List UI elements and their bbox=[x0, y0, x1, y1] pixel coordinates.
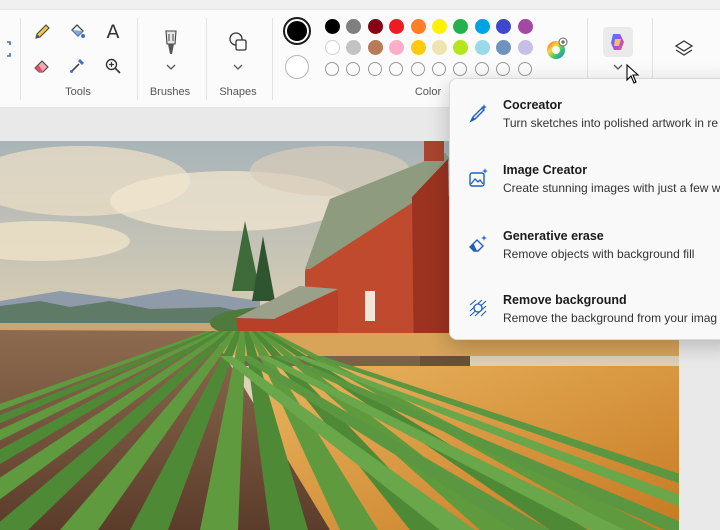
color-group-label: Color bbox=[414, 86, 442, 98]
fill-bucket-icon[interactable] bbox=[64, 19, 90, 45]
empty-color-slot[interactable] bbox=[346, 62, 361, 76]
color-swatch[interactable] bbox=[410, 40, 426, 55]
color-swatch[interactable] bbox=[346, 19, 362, 34]
text-tool-icon[interactable]: A bbox=[100, 19, 126, 45]
color-swatch[interactable] bbox=[346, 40, 362, 55]
empty-color-slot[interactable] bbox=[453, 62, 468, 76]
divider bbox=[20, 18, 21, 100]
brushes-group-label: Brushes bbox=[149, 86, 191, 98]
color-swatch[interactable] bbox=[432, 40, 447, 55]
color-swatch[interactable] bbox=[453, 19, 469, 34]
copilot-dropdown-menu: Cocreator Turn sketches into polished ar… bbox=[449, 78, 720, 340]
edit-colors-icon[interactable] bbox=[544, 36, 570, 62]
color-picker-icon[interactable] bbox=[64, 53, 90, 79]
color-swatch[interactable] bbox=[453, 40, 469, 55]
shapes-icon[interactable] bbox=[225, 29, 251, 55]
menu-item-description: Create stunning images with just a few w bbox=[503, 181, 720, 195]
divider bbox=[272, 18, 273, 100]
menu-item-description: Remove the background from your imag bbox=[503, 311, 718, 325]
text-tool-glyph: A bbox=[106, 21, 120, 43]
secondary-color-selector[interactable] bbox=[285, 55, 309, 79]
empty-color-slot[interactable] bbox=[432, 62, 446, 76]
magnifier-icon[interactable] bbox=[100, 53, 126, 79]
title-strip bbox=[0, 0, 720, 10]
empty-color-slot[interactable] bbox=[325, 62, 339, 76]
color-swatch[interactable] bbox=[432, 19, 447, 34]
menu-item-cocreator[interactable]: Cocreator Turn sketches into polished ar… bbox=[450, 94, 720, 150]
eraser-sparkle-icon bbox=[469, 235, 487, 252]
color-swatch[interactable] bbox=[389, 40, 405, 55]
pencil-icon[interactable] bbox=[29, 19, 55, 45]
copilot-icon bbox=[611, 34, 624, 50]
color-swatch[interactable] bbox=[367, 19, 383, 34]
empty-color-slot[interactable] bbox=[496, 62, 511, 76]
color-swatch[interactable] bbox=[389, 19, 405, 34]
color-swatch[interactable] bbox=[367, 40, 383, 55]
brushes-chevron-down-icon[interactable] bbox=[158, 54, 184, 80]
color-swatch[interactable] bbox=[517, 40, 533, 55]
primary-color-swatch bbox=[287, 21, 307, 41]
color-swatch[interactable] bbox=[325, 19, 340, 34]
color-swatch[interactable] bbox=[410, 19, 426, 34]
empty-color-slot[interactable] bbox=[389, 62, 404, 76]
color-swatch[interactable] bbox=[496, 19, 512, 34]
empty-color-slot[interactable] bbox=[410, 62, 425, 76]
color-swatch[interactable] bbox=[474, 40, 490, 55]
menu-item-title: Cocreator bbox=[503, 98, 563, 112]
mouse-cursor-icon bbox=[626, 64, 640, 84]
shapes-group-label: Shapes bbox=[219, 86, 257, 98]
divider bbox=[206, 18, 207, 100]
menu-item-remove-background[interactable]: Remove background Remove the background … bbox=[450, 289, 720, 345]
empty-color-slot[interactable] bbox=[474, 62, 489, 76]
divider bbox=[137, 18, 138, 100]
color-swatch[interactable] bbox=[325, 40, 340, 55]
eraser-icon[interactable] bbox=[29, 53, 55, 79]
layers-icon[interactable] bbox=[671, 36, 697, 62]
remove-background-icon bbox=[469, 299, 487, 317]
menu-item-image-creator[interactable]: Image Creator Create stunning images wit… bbox=[450, 159, 720, 215]
brush-sparkle-icon bbox=[469, 104, 487, 123]
crop-icon[interactable] bbox=[0, 36, 16, 62]
primary-color-selector[interactable] bbox=[283, 17, 311, 45]
empty-color-slot[interactable] bbox=[517, 62, 532, 76]
paint-window: A Tools Brushes Shapes Color Cocreator T… bbox=[0, 0, 720, 530]
menu-item-title: Generative erase bbox=[503, 229, 604, 243]
menu-item-generative-erase[interactable]: Generative erase Remove objects with bac… bbox=[450, 225, 720, 281]
tools-group-label: Tools bbox=[65, 86, 91, 98]
empty-color-slot[interactable] bbox=[367, 62, 382, 76]
color-swatch[interactable] bbox=[496, 40, 512, 55]
menu-item-title: Remove background bbox=[503, 293, 627, 307]
menu-item-description: Turn sketches into polished artwork in r… bbox=[503, 116, 718, 130]
color-swatch[interactable] bbox=[474, 19, 490, 34]
shapes-chevron-down-icon[interactable] bbox=[225, 54, 251, 80]
menu-item-title: Image Creator bbox=[503, 163, 588, 177]
image-sparkle-icon bbox=[469, 168, 488, 187]
copilot-button[interactable] bbox=[603, 27, 633, 57]
color-swatch[interactable] bbox=[517, 19, 533, 34]
menu-item-description: Remove objects with background fill bbox=[503, 247, 695, 261]
